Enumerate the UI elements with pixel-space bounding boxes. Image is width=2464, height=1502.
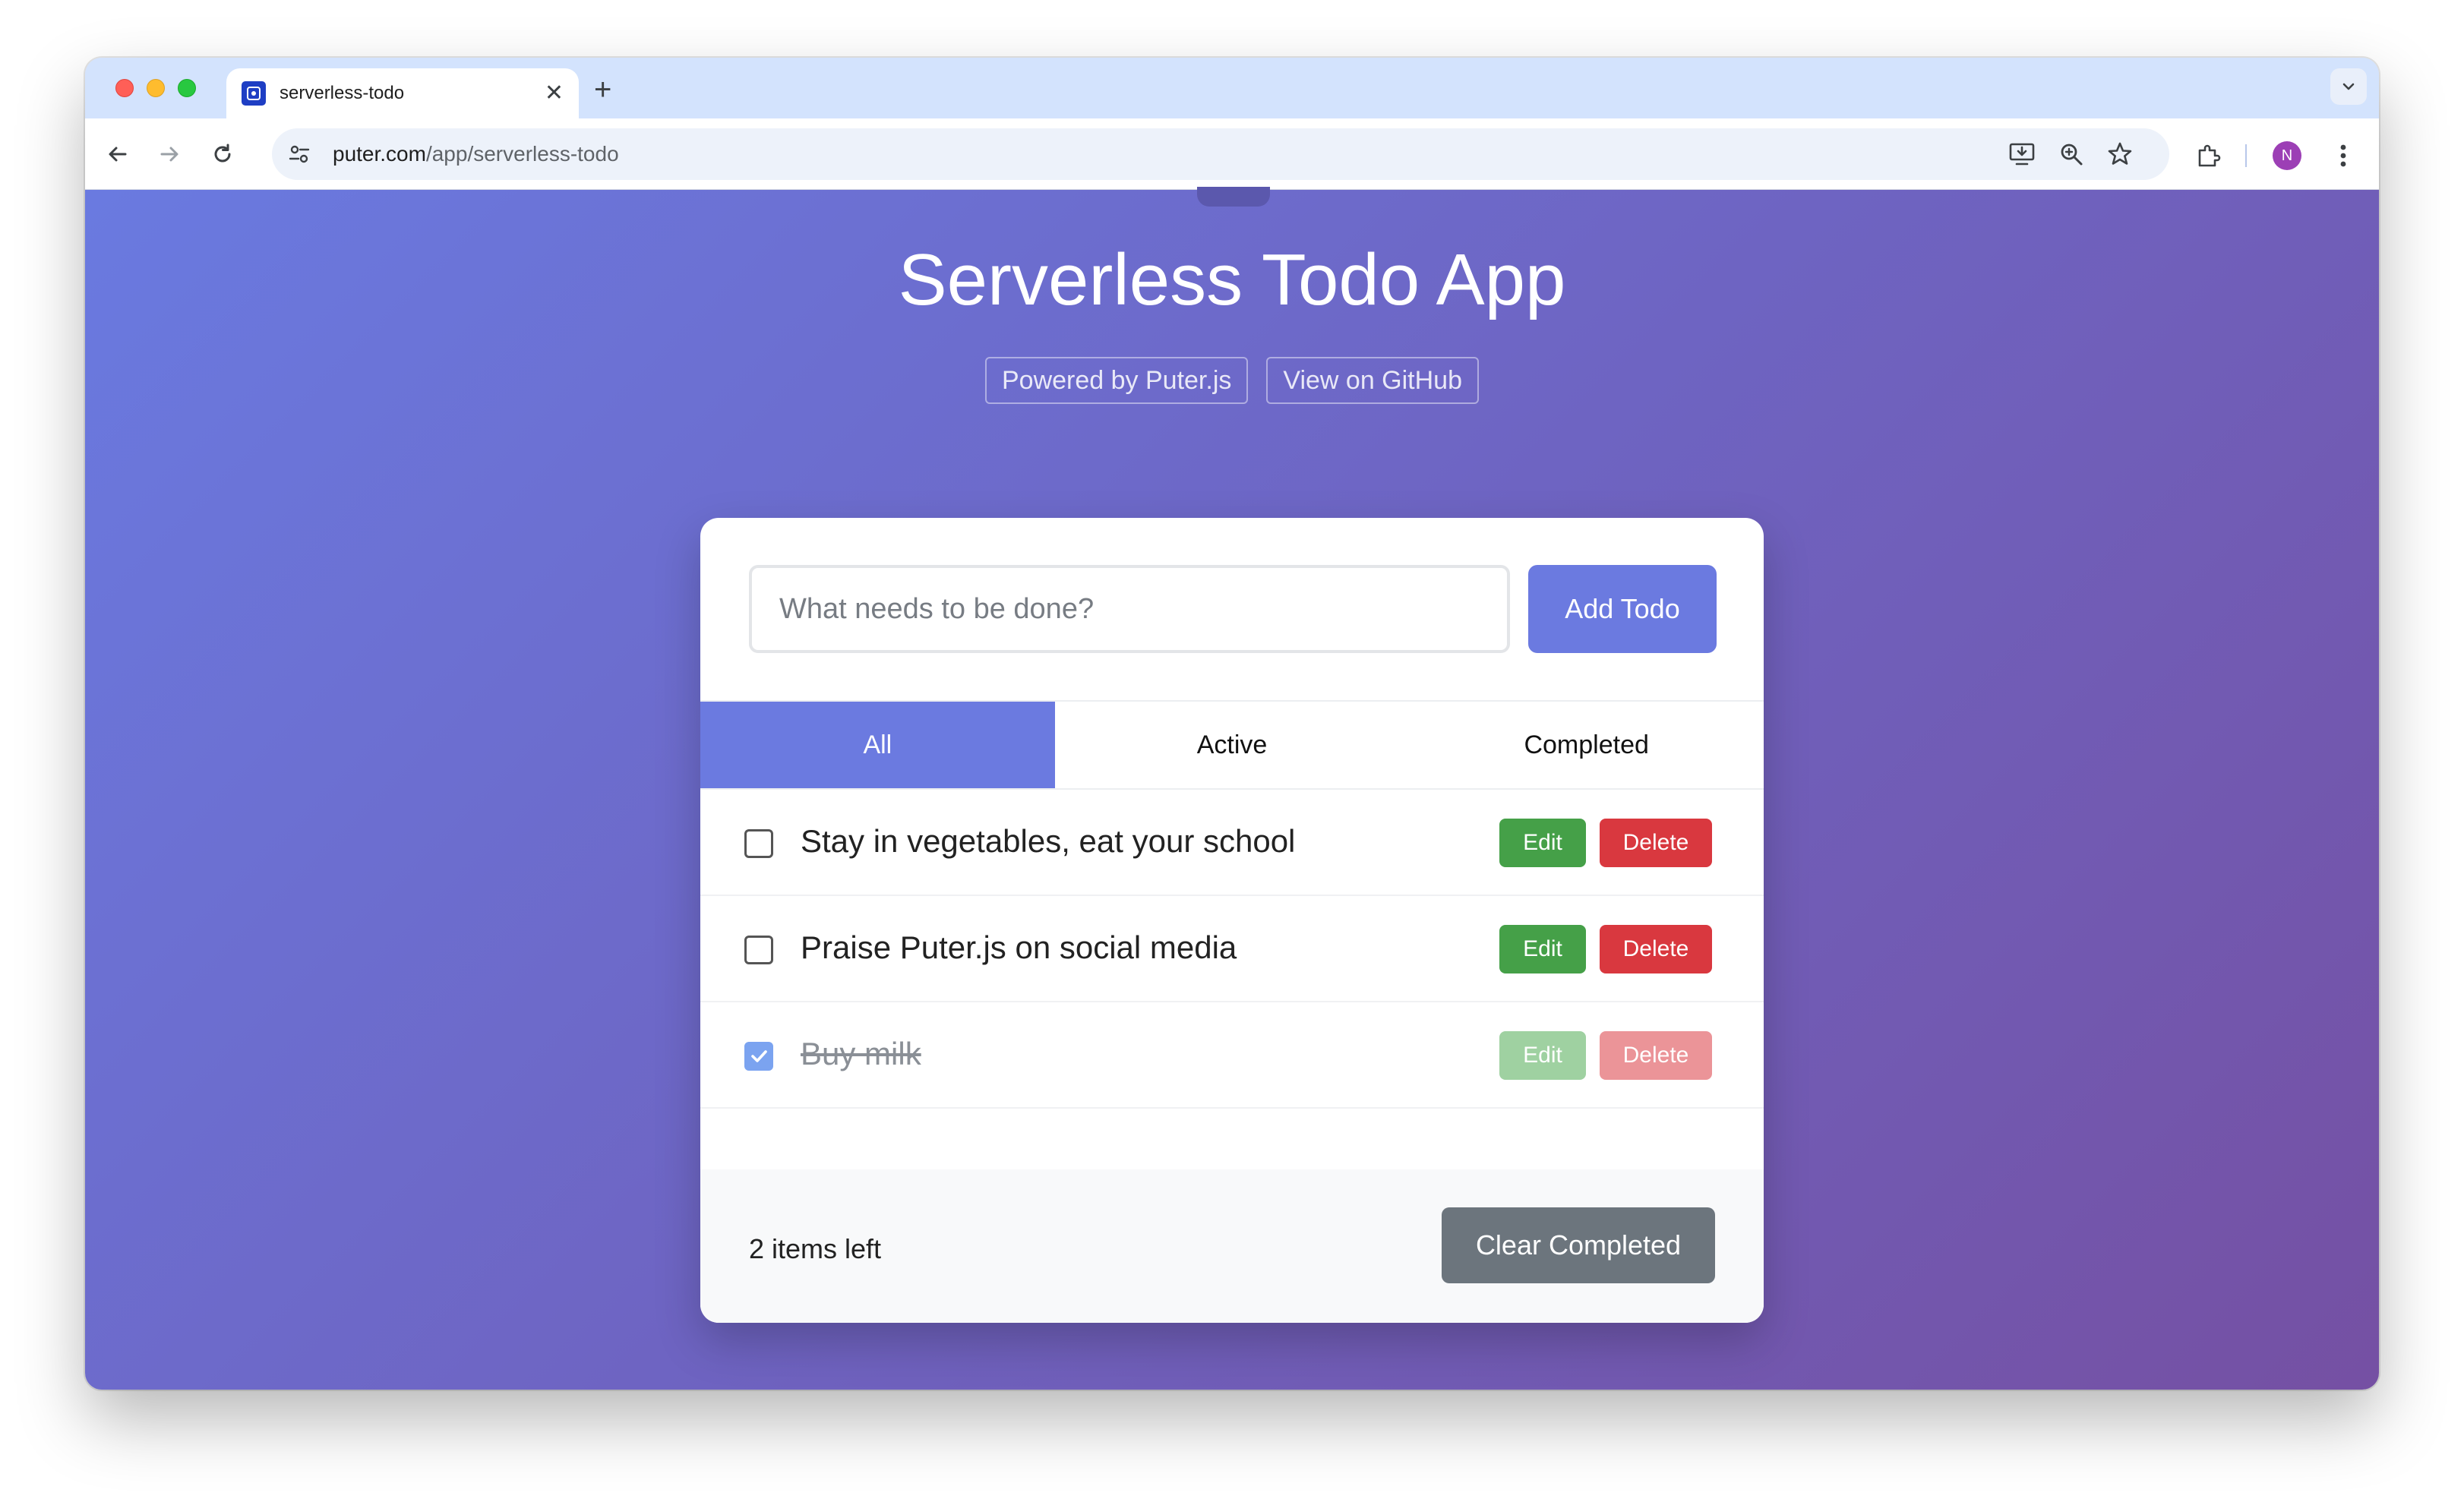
new-todo-input[interactable]: [749, 565, 1510, 653]
menu-kebab-icon[interactable]: [2338, 141, 2349, 174]
filter-tabs: All Active Completed: [700, 700, 1764, 790]
todo-item: Praise Puter.js on social media Edit Del…: [700, 896, 1764, 1002]
url-text[interactable]: puter.com/app/serverless-todo: [333, 142, 619, 166]
todo-footer: 2 items left Clear Completed: [700, 1169, 1764, 1323]
window-controls: [115, 79, 196, 97]
todo-item: Buy milk Edit Delete: [700, 1002, 1764, 1109]
app-page: Serverless Todo App Powered by Puter.js …: [85, 187, 2379, 1390]
todo-checkbox[interactable]: [744, 936, 773, 964]
tab-title: serverless-todo: [280, 83, 405, 103]
add-todo-button[interactable]: Add Todo: [1528, 565, 1717, 653]
puter-toolbar-handle[interactable]: [1197, 187, 1270, 207]
back-icon[interactable]: [100, 137, 135, 172]
tab-close-icon[interactable]: ✕: [545, 80, 564, 106]
maximize-window-button[interactable]: [178, 79, 196, 97]
todo-card: Add Todo All Active Completed Stay in ve…: [700, 518, 1764, 1323]
forward-icon[interactable]: [152, 137, 187, 172]
filter-active-tab[interactable]: Active: [1055, 702, 1410, 788]
todo-list: Stay in vegetables, eat your school Edit…: [700, 790, 1764, 1109]
items-left-count: 2 items left: [749, 1233, 882, 1264]
delete-button[interactable]: Delete: [1600, 1031, 1712, 1080]
minimize-window-button[interactable]: [147, 79, 165, 97]
powered-by-link[interactable]: Powered by Puter.js: [985, 357, 1249, 404]
filter-completed-tab[interactable]: Completed: [1409, 702, 1764, 788]
clear-completed-button[interactable]: Clear Completed: [1442, 1207, 1715, 1283]
url-host: puter.com: [333, 142, 426, 166]
url-path: /app/serverless-todo: [425, 142, 619, 166]
address-bar[interactable]: puter.com/app/serverless-todo: [272, 128, 2169, 180]
site-settings-icon[interactable]: [287, 142, 311, 170]
todo-checkbox[interactable]: [744, 1042, 773, 1071]
zoom-icon[interactable]: [2058, 141, 2084, 171]
todo-text: Buy milk: [801, 1036, 921, 1071]
tab-strip: serverless-todo ✕ +: [85, 58, 2379, 118]
edit-button[interactable]: Edit: [1499, 819, 1586, 867]
extensions-icon[interactable]: [2195, 143, 2222, 174]
delete-button[interactable]: Delete: [1600, 925, 1712, 973]
todo-text: Stay in vegetables, eat your school: [801, 823, 1296, 859]
github-link[interactable]: View on GitHub: [1266, 357, 1479, 404]
reload-icon[interactable]: [205, 137, 240, 172]
app-title: Serverless Todo App: [898, 239, 1566, 320]
browser-toolbar: puter.com/app/serverless-todo N: [85, 118, 2379, 190]
browser-window: serverless-todo ✕ + puter.com/app/server…: [85, 58, 2379, 1390]
filter-all-tab[interactable]: All: [700, 702, 1055, 788]
new-tab-button[interactable]: +: [594, 74, 611, 105]
todo-item: Stay in vegetables, eat your school Edit…: [700, 790, 1764, 896]
tab-list-chevron-icon[interactable]: [2330, 68, 2367, 105]
todo-checkbox[interactable]: [744, 829, 773, 858]
puter-logo-icon: [242, 81, 266, 106]
toolbar-divider: [2245, 144, 2247, 167]
check-icon: [751, 1050, 767, 1062]
browser-tab[interactable]: serverless-todo ✕: [226, 68, 579, 118]
edit-button[interactable]: Edit: [1499, 1031, 1586, 1080]
app-links: Powered by Puter.js View on GitHub: [85, 357, 2379, 404]
bookmark-star-icon[interactable]: [2107, 141, 2133, 171]
profile-avatar[interactable]: N: [2273, 141, 2301, 170]
install-app-icon[interactable]: [2008, 141, 2036, 171]
todo-text: Praise Puter.js on social media: [801, 929, 1237, 965]
close-window-button[interactable]: [115, 79, 134, 97]
edit-button[interactable]: Edit: [1499, 925, 1586, 973]
delete-button[interactable]: Delete: [1600, 819, 1712, 867]
